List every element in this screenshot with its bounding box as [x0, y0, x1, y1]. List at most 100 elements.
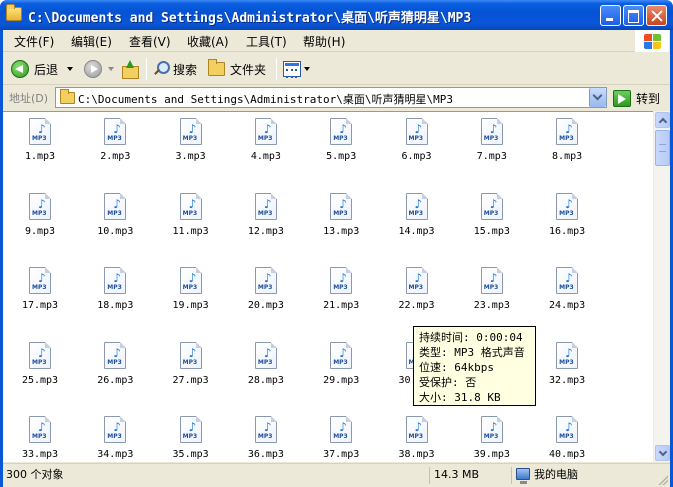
menu-favorites[interactable]: 收藏(A)	[187, 33, 229, 50]
status-location-label: 我的电脑	[534, 468, 578, 481]
vertical-scrollbar[interactable]	[653, 111, 670, 462]
file-item[interactable]: ♪ MP3 11.mp3	[156, 189, 226, 245]
address-value: C:\Documents and Settings\Administrator\…	[78, 93, 454, 106]
file-item[interactable]: ♪ MP3 37.mp3	[306, 412, 376, 462]
file-item[interactable]: ♪ MP3 10.mp3	[80, 189, 150, 245]
file-name: 28.mp3	[247, 374, 284, 386]
file-item[interactable]: ♪ MP3 9.mp3	[5, 189, 75, 245]
file-item[interactable]: ♪ MP3 24.mp3	[532, 263, 602, 319]
file-item[interactable]: ♪ MP3 16.mp3	[532, 189, 602, 245]
toolbar-separator	[146, 58, 147, 80]
file-item[interactable]: ♪ MP3 27.mp3	[156, 338, 226, 394]
file-item[interactable]: ♪ MP3 1.mp3	[5, 114, 75, 170]
forward-button[interactable]	[84, 58, 114, 80]
file-name: 29.mp3	[323, 374, 360, 386]
file-item[interactable]: ♪ MP3 40.mp3	[532, 412, 602, 462]
file-item[interactable]: ♪ MP3 14.mp3	[382, 189, 452, 245]
file-name: 11.mp3	[172, 225, 209, 237]
menu-tools[interactable]: 工具(T)	[246, 33, 287, 50]
file-item[interactable]: ♪ MP3 32.mp3	[532, 338, 602, 394]
back-button[interactable]: 后退	[11, 58, 58, 80]
file-item[interactable]: ♪ MP3 7.mp3	[457, 114, 527, 170]
file-item[interactable]: ♪ MP3 13.mp3	[306, 189, 376, 245]
minimize-button[interactable]	[600, 5, 621, 26]
search-button[interactable]: 搜索	[153, 58, 197, 80]
toolbar-separator	[276, 58, 277, 80]
mp3-file-icon: ♪MP3	[480, 267, 503, 294]
file-item[interactable]: ♪ MP3 28.mp3	[231, 338, 301, 394]
file-item[interactable]: ♪ MP3 23.mp3	[457, 263, 527, 319]
mp3-file-icon: ♪MP3	[330, 416, 353, 443]
file-item[interactable]: ♪ MP3 4.mp3	[231, 114, 301, 170]
go-label: 转到	[636, 91, 661, 106]
file-name: 32.mp3	[549, 374, 586, 386]
file-name: 2.mp3	[100, 151, 131, 162]
title-bar[interactable]: C:\Documents and Settings\Administrator\…	[0, 0, 673, 30]
menu-file[interactable]: 文件(F)	[14, 33, 54, 50]
file-name: 17.mp3	[21, 300, 59, 311]
go-button[interactable]: 转到	[613, 89, 660, 107]
file-item[interactable]: ♪ MP3 26.mp3	[80, 338, 150, 394]
menu-view[interactable]: 查看(V)	[129, 33, 171, 50]
file-name: 22.mp3	[398, 300, 435, 311]
file-item[interactable]: ♪ MP3 38.mp3	[382, 412, 452, 462]
file-item[interactable]: ♪ MP3 21.mp3	[306, 263, 376, 319]
mp3-file-icon: ♪MP3	[556, 118, 579, 145]
file-item[interactable]: ♪ MP3 34.mp3	[80, 412, 150, 462]
file-item[interactable]: ♪ MP3 33.mp3	[5, 412, 75, 462]
scroll-down-button[interactable]	[655, 445, 670, 461]
file-item[interactable]: ♪ MP3 5.mp3	[306, 114, 376, 170]
mp3-file-icon: ♪MP3	[254, 341, 277, 369]
file-item[interactable]: ♪ MP3 36.mp3	[231, 412, 301, 462]
back-label: 后退	[34, 62, 59, 77]
file-item[interactable]: ♪ MP3 3.mp3	[156, 114, 226, 170]
tooltip-duration: 持续时间: 0:00:04	[419, 331, 523, 344]
file-item[interactable]: ♪ MP3 8.mp3	[532, 114, 602, 170]
menu-edit[interactable]: 编辑(E)	[71, 33, 112, 50]
file-item[interactable]: ♪ MP3 20.mp3	[231, 263, 301, 319]
file-item[interactable]: ♪ MP3 17.mp3	[5, 263, 75, 319]
file-name: 13.mp3	[323, 225, 360, 237]
file-name: 27.mp3	[172, 374, 209, 386]
file-item[interactable]: ♪ MP3 15.mp3	[457, 189, 527, 245]
file-item[interactable]: ♪ MP3 39.mp3	[457, 412, 527, 462]
back-dropdown[interactable]	[61, 58, 73, 80]
file-item[interactable]: ♪ MP3 18.mp3	[80, 263, 150, 319]
file-item[interactable]: ♪ MP3 19.mp3	[156, 263, 226, 319]
mp3-file-icon: ♪MP3	[29, 341, 51, 369]
file-item[interactable]: ♪ MP3 6.mp3	[382, 114, 452, 170]
menu-help[interactable]: 帮助(H)	[303, 33, 345, 50]
file-item[interactable]: ♪ MP3 25.mp3	[5, 338, 75, 394]
address-dropdown-button[interactable]	[589, 88, 606, 107]
window-client: 文件(F) 编辑(E) 查看(V) 收藏(A) 工具(T) 帮助(H) 后退 搜…	[3, 30, 670, 487]
explorer-window: C:\Documents and Settings\Administrator\…	[0, 0, 673, 487]
scroll-thumb[interactable]	[655, 130, 670, 166]
file-name: 16.mp3	[549, 225, 586, 237]
address-input[interactable]: C:\Documents and Settings\Administrator\…	[55, 87, 607, 108]
close-button[interactable]	[646, 5, 667, 26]
windows-logo-icon	[635, 30, 669, 52]
tooltip-protected: 受保护: 否	[419, 376, 477, 389]
mp3-file-icon: ♪MP3	[179, 416, 202, 443]
views-button[interactable]	[283, 58, 310, 80]
file-item[interactable]: ♪ MP3 12.mp3	[231, 189, 301, 245]
file-name: 25.mp3	[21, 374, 59, 386]
tooltip-size: 大小: 31.8 KB	[419, 391, 501, 404]
file-item[interactable]: ♪ MP3 2.mp3	[80, 114, 150, 170]
file-item[interactable]: ♪ MP3 22.mp3	[382, 263, 452, 319]
file-name: 15.mp3	[473, 225, 510, 237]
chevron-down-icon	[67, 67, 73, 71]
resize-grip[interactable]	[656, 473, 668, 485]
status-object-count: 300 个对象	[6, 468, 64, 481]
mp3-file-icon: ♪MP3	[104, 341, 127, 369]
file-list-view[interactable]: ♪ MP3 1.mp3 ♪ MP3 2.mp3 ♪ MP3 3.mp3 ♪ MP3 4.mp3 ♪ MP3…	[3, 111, 653, 462]
mp3-file-icon: ♪MP3	[254, 416, 277, 443]
folders-button[interactable]: 文件夹	[208, 58, 266, 80]
search-icon	[153, 61, 170, 77]
file-item[interactable]: ♪ MP3 29.mp3	[306, 338, 376, 394]
scroll-up-button[interactable]	[655, 112, 670, 128]
up-folder-button[interactable]	[121, 58, 139, 80]
file-item[interactable]: ♪ MP3 35.mp3	[156, 412, 226, 462]
mp3-file-icon: ♪MP3	[330, 267, 353, 294]
maximize-button[interactable]	[623, 5, 644, 26]
